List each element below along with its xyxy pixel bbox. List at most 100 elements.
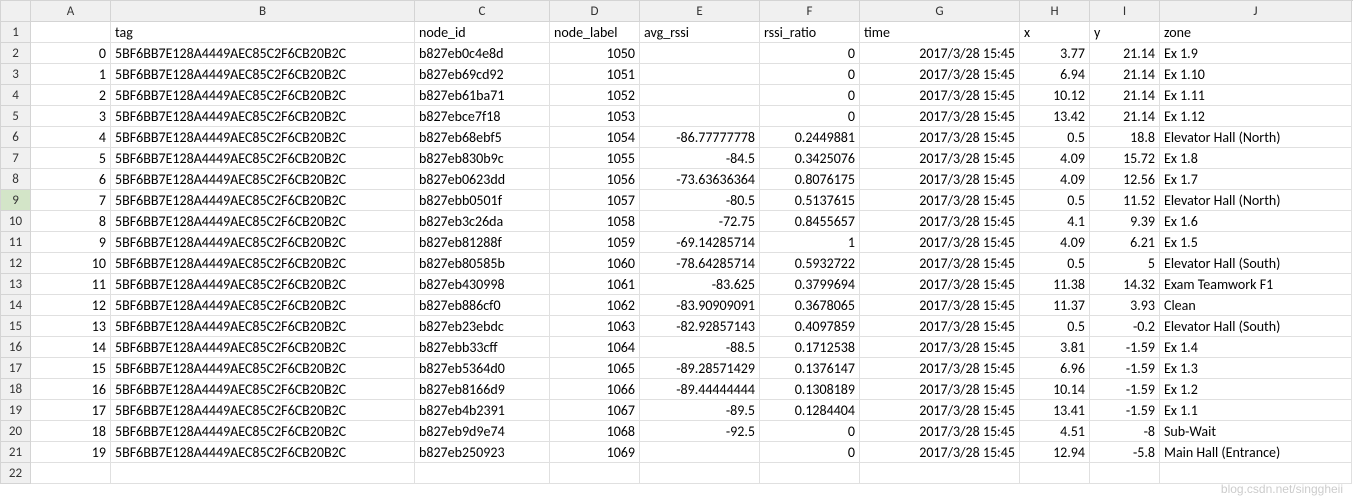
- cell-E15[interactable]: -82.92857143: [640, 316, 760, 337]
- cell-H10[interactable]: 4.1: [1020, 211, 1090, 232]
- cell-D10[interactable]: 1058: [550, 211, 640, 232]
- cell-B15[interactable]: 5BF6BB7E128A4449AEC85C2F6CB20B2C: [111, 316, 415, 337]
- cell-E13[interactable]: -83.625: [640, 274, 760, 295]
- cell-F12[interactable]: 0.5932722: [760, 253, 860, 274]
- cell-G21[interactable]: 2017/3/28 15:45: [860, 442, 1020, 463]
- cell-H5[interactable]: 13.42: [1020, 106, 1090, 127]
- row-header-9[interactable]: 9: [1, 190, 31, 211]
- cell-B22[interactable]: [111, 463, 415, 484]
- cell-J9[interactable]: Elevator Hall (North): [1160, 190, 1352, 211]
- cell-B16[interactable]: 5BF6BB7E128A4449AEC85C2F6CB20B2C: [111, 337, 415, 358]
- cell-G17[interactable]: 2017/3/28 15:45: [860, 358, 1020, 379]
- cell-I5[interactable]: 21.14: [1090, 106, 1160, 127]
- cell-G18[interactable]: 2017/3/28 15:45: [860, 379, 1020, 400]
- cell-G9[interactable]: 2017/3/28 15:45: [860, 190, 1020, 211]
- cell-G14[interactable]: 2017/3/28 15:45: [860, 295, 1020, 316]
- cell-C8[interactable]: b827eb0623dd: [415, 169, 550, 190]
- cell-C14[interactable]: b827eb886cf0: [415, 295, 550, 316]
- cell-E4[interactable]: [640, 85, 760, 106]
- cell-G19[interactable]: 2017/3/28 15:45: [860, 400, 1020, 421]
- cell-A1[interactable]: [31, 22, 111, 43]
- cell-J3[interactable]: Ex 1.10: [1160, 64, 1352, 85]
- column-header-A[interactable]: A: [31, 1, 111, 22]
- cell-J1[interactable]: zone: [1160, 22, 1352, 43]
- cell-H20[interactable]: 4.51: [1020, 421, 1090, 442]
- cell-D20[interactable]: 1068: [550, 421, 640, 442]
- cell-E6[interactable]: -86.77777778: [640, 127, 760, 148]
- cell-B10[interactable]: 5BF6BB7E128A4449AEC85C2F6CB20B2C: [111, 211, 415, 232]
- cell-J20[interactable]: Sub-Wait: [1160, 421, 1352, 442]
- row-header-8[interactable]: 8: [1, 169, 31, 190]
- cell-J4[interactable]: Ex 1.11: [1160, 85, 1352, 106]
- cell-B21[interactable]: 5BF6BB7E128A4449AEC85C2F6CB20B2C: [111, 442, 415, 463]
- cell-I11[interactable]: 6.21: [1090, 232, 1160, 253]
- cell-J17[interactable]: Ex 1.3: [1160, 358, 1352, 379]
- cell-I10[interactable]: 9.39: [1090, 211, 1160, 232]
- cell-J19[interactable]: Ex 1.1: [1160, 400, 1352, 421]
- cell-A3[interactable]: 1: [31, 64, 111, 85]
- cell-J18[interactable]: Ex 1.2: [1160, 379, 1352, 400]
- cell-C12[interactable]: b827eb80585b: [415, 253, 550, 274]
- cell-I15[interactable]: -0.2: [1090, 316, 1160, 337]
- cell-A11[interactable]: 9: [31, 232, 111, 253]
- cell-G3[interactable]: 2017/3/28 15:45: [860, 64, 1020, 85]
- cell-F20[interactable]: 0: [760, 421, 860, 442]
- cell-A8[interactable]: 6: [31, 169, 111, 190]
- cell-G22[interactable]: [860, 463, 1020, 484]
- cell-B13[interactable]: 5BF6BB7E128A4449AEC85C2F6CB20B2C: [111, 274, 415, 295]
- cell-E1[interactable]: avg_rssi: [640, 22, 760, 43]
- cell-F7[interactable]: 0.3425076: [760, 148, 860, 169]
- cell-J16[interactable]: Ex 1.4: [1160, 337, 1352, 358]
- cell-E18[interactable]: -89.44444444: [640, 379, 760, 400]
- column-header-C[interactable]: C: [415, 1, 550, 22]
- cell-C11[interactable]: b827eb81288f: [415, 232, 550, 253]
- cell-G4[interactable]: 2017/3/28 15:45: [860, 85, 1020, 106]
- cell-A12[interactable]: 10: [31, 253, 111, 274]
- cell-I7[interactable]: 15.72: [1090, 148, 1160, 169]
- cell-A5[interactable]: 3: [31, 106, 111, 127]
- cell-E3[interactable]: [640, 64, 760, 85]
- cell-F5[interactable]: 0: [760, 106, 860, 127]
- cell-F21[interactable]: 0: [760, 442, 860, 463]
- cell-G15[interactable]: 2017/3/28 15:45: [860, 316, 1020, 337]
- column-header-F[interactable]: F: [760, 1, 860, 22]
- cell-C1[interactable]: node_id: [415, 22, 550, 43]
- cell-F22[interactable]: [760, 463, 860, 484]
- cell-I17[interactable]: -1.59: [1090, 358, 1160, 379]
- cell-B20[interactable]: 5BF6BB7E128A4449AEC85C2F6CB20B2C: [111, 421, 415, 442]
- cell-B11[interactable]: 5BF6BB7E128A4449AEC85C2F6CB20B2C: [111, 232, 415, 253]
- cell-H13[interactable]: 11.38: [1020, 274, 1090, 295]
- cell-I9[interactable]: 11.52: [1090, 190, 1160, 211]
- cell-C16[interactable]: b827ebb33cff: [415, 337, 550, 358]
- cell-C15[interactable]: b827eb23ebdc: [415, 316, 550, 337]
- row-header-15[interactable]: 15: [1, 316, 31, 337]
- cell-C22[interactable]: [415, 463, 550, 484]
- cell-F14[interactable]: 0.3678065: [760, 295, 860, 316]
- cell-D13[interactable]: 1061: [550, 274, 640, 295]
- cell-B8[interactable]: 5BF6BB7E128A4449AEC85C2F6CB20B2C: [111, 169, 415, 190]
- cell-B1[interactable]: tag: [111, 22, 415, 43]
- row-header-22[interactable]: 22: [1, 463, 31, 484]
- column-header-B[interactable]: B: [111, 1, 415, 22]
- cell-H16[interactable]: 3.81: [1020, 337, 1090, 358]
- cell-J8[interactable]: Ex 1.7: [1160, 169, 1352, 190]
- cell-B14[interactable]: 5BF6BB7E128A4449AEC85C2F6CB20B2C: [111, 295, 415, 316]
- spreadsheet-grid[interactable]: ABCDEFGHIJ1tagnode_idnode_labelavg_rssir…: [0, 0, 1353, 484]
- cell-A19[interactable]: 17: [31, 400, 111, 421]
- cell-H3[interactable]: 6.94: [1020, 64, 1090, 85]
- cell-G8[interactable]: 2017/3/28 15:45: [860, 169, 1020, 190]
- cell-E16[interactable]: -88.5: [640, 337, 760, 358]
- cell-H17[interactable]: 6.96: [1020, 358, 1090, 379]
- cell-D3[interactable]: 1051: [550, 64, 640, 85]
- cell-C13[interactable]: b827eb430998: [415, 274, 550, 295]
- cell-D11[interactable]: 1059: [550, 232, 640, 253]
- cell-I13[interactable]: 14.32: [1090, 274, 1160, 295]
- cell-I18[interactable]: -1.59: [1090, 379, 1160, 400]
- cell-B4[interactable]: 5BF6BB7E128A4449AEC85C2F6CB20B2C: [111, 85, 415, 106]
- cell-H6[interactable]: 0.5: [1020, 127, 1090, 148]
- cell-D8[interactable]: 1056: [550, 169, 640, 190]
- cell-J7[interactable]: Ex 1.8: [1160, 148, 1352, 169]
- cell-H14[interactable]: 11.37: [1020, 295, 1090, 316]
- cell-C19[interactable]: b827eb4b2391: [415, 400, 550, 421]
- cell-B6[interactable]: 5BF6BB7E128A4449AEC85C2F6CB20B2C: [111, 127, 415, 148]
